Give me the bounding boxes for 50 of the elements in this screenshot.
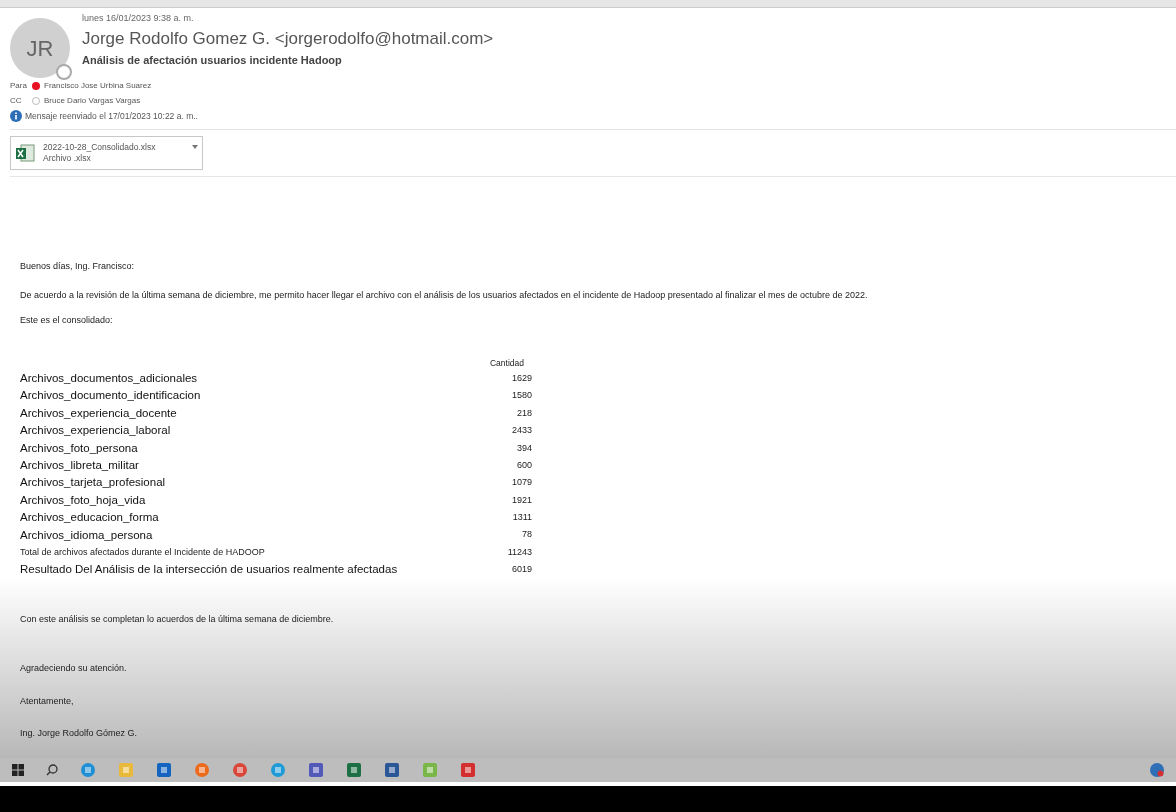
table-cell-text: 1629: [511, 371, 532, 385]
attachment-type: Archivo .xlsx: [43, 152, 92, 164]
table-cell-text: Archivos_tarjeta_profesional: [20, 475, 166, 491]
attachment-name: 2022-10-28_Consolidado.xlsx: [43, 141, 156, 153]
table-cell-text: Total de archivos afectados durante el Incidente de HADOOP: [20, 545, 265, 559]
body-paragraph: De acuerdo a la revisión de la última semana de diciembre, me permito hacer llegar el archivo con el análisis de los usuarios afectados en el incidente de Hadoop presentado al finalizar el mes de octubre de 2022.: [20, 289, 869, 303]
table-cell-text: 600: [516, 458, 532, 472]
recipient-label: CC: [10, 95, 23, 107]
table-cell: 2433: [511, 424, 532, 438]
table-cell: 1311: [512, 511, 532, 525]
spreadsheet-icon: [15, 142, 35, 163]
forwarded-note: Mensaje reenviado el 17/01/2023 10:22 a. m..: [25, 110, 198, 123]
info-icon: [10, 110, 22, 123]
table-cell: 1079: [511, 476, 532, 490]
sender: Jorge Rodolfo Gomez G. <jorgerodolfo@hotmail.com>: [82, 27, 494, 50]
thanks-line: Agradeciendo su atención.: [20, 662, 128, 676]
table-cell-text: Archivos_foto_hoja_vida: [20, 492, 146, 508]
greeting: Buenos días, Ing. Francisco:: [20, 259, 136, 273]
table-cell-text: 1921: [511, 493, 532, 507]
table-cell-text: Archivos_experiencia_docente: [20, 405, 177, 421]
attachment[interactable]: 2022-10-28_Consolidado.xlsx Archivo .xlsx: [10, 135, 203, 170]
table-cell: 1580: [511, 389, 532, 403]
windows-icon[interactable]: [12, 764, 24, 776]
table-cell: 394: [516, 441, 532, 455]
table-cell-text: Archivos_idioma_persona: [20, 527, 153, 543]
closing-paragraph: Con este análisis se completan lo acuerdos de la última semana de diciembre.: [20, 612, 335, 626]
recipient-name[interactable]: Francisco Jose Urbina Suarez: [44, 80, 152, 92]
table-cell-text: Archivos_documento_identificacion: [20, 388, 201, 404]
table-cell-text: Archivos_educacion_forma: [20, 510, 159, 526]
column-header: Cantidad: [489, 357, 524, 370]
table-cell-text: 218: [516, 406, 532, 420]
caret-icon[interactable]: [192, 144, 198, 149]
table-cell: 6019: [511, 563, 532, 577]
search-icon[interactable]: [46, 764, 58, 776]
body-intro: Este es el consolidado:: [20, 313, 114, 327]
table-cell-text: 11243: [507, 545, 532, 559]
table-cell-text: Archivos_documentos_adicionales: [20, 371, 198, 387]
table-cell-text: Archivos_libreta_militar: [20, 458, 139, 473]
table-cell-text: Archivos_experiencia_laboral: [20, 423, 171, 439]
recipient-label: Para: [10, 80, 28, 92]
recipient-name[interactable]: Bruce Dario Vargas Vargas: [44, 95, 141, 107]
sign-off: Atentamente,: [20, 694, 75, 708]
table-cell-text: Archivos_foto_persona: [20, 440, 138, 456]
table-cell: 78: [522, 528, 532, 542]
sent-date: lunes 16/01/2023 9:38 a. m.: [82, 12, 195, 25]
signature: Ing. Jorge Rodolfo Gómez G.: [20, 727, 139, 741]
status-icon: [56, 64, 72, 80]
subject: Análisis de afectación usuarios incidente Hadoop: [82, 52, 343, 68]
table-cell-text: Resultado Del Análisis de la intersección de usuarios realmente afectadas: [20, 562, 398, 578]
avatar: JR: [10, 18, 70, 78]
